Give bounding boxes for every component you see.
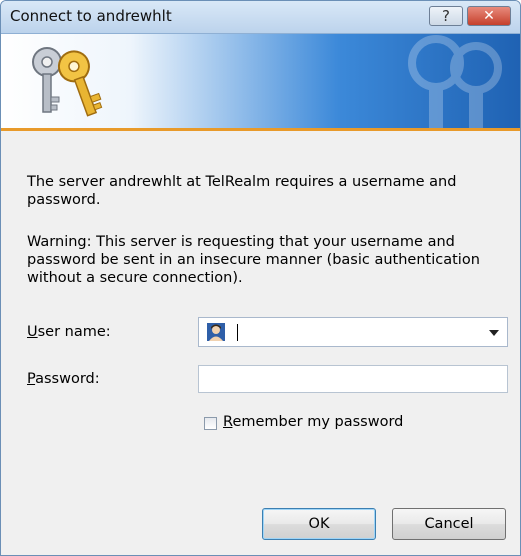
text-caret (237, 324, 238, 341)
password-label: Password: (27, 371, 100, 387)
close-button[interactable]: ✕ (467, 6, 511, 26)
dropdown-arrow-icon[interactable] (489, 330, 499, 336)
remember-password-label[interactable]: Remember my password (223, 414, 403, 430)
server-message: The server andrewhlt at TelRealm require… (27, 174, 457, 208)
keys-watermark-icon (408, 35, 502, 128)
window-title: Connect to andrewhlt (10, 7, 172, 25)
title-bar[interactable]: Connect to andrewhlt ? ✕ (1, 1, 520, 34)
keys-icon (32, 47, 103, 117)
help-button[interactable]: ? (429, 6, 463, 26)
password-field[interactable] (198, 365, 508, 393)
dialog-content: The server andrewhlt at TelRealm require… (1, 131, 520, 555)
cancel-button[interactable]: Cancel (392, 508, 506, 540)
credentials-dialog: Connect to andrewhlt ? ✕ The server andr… (0, 0, 521, 556)
ok-button[interactable]: OK (262, 508, 376, 540)
banner (1, 34, 520, 131)
close-icon: ✕ (483, 8, 495, 24)
help-icon: ? (442, 7, 450, 25)
remember-password-checkbox[interactable] (204, 417, 217, 430)
user-icon (207, 323, 225, 341)
username-combobox[interactable] (198, 317, 508, 347)
warning-message: Warning: This server is requesting that … (27, 234, 480, 286)
username-label: User name: (27, 324, 111, 340)
